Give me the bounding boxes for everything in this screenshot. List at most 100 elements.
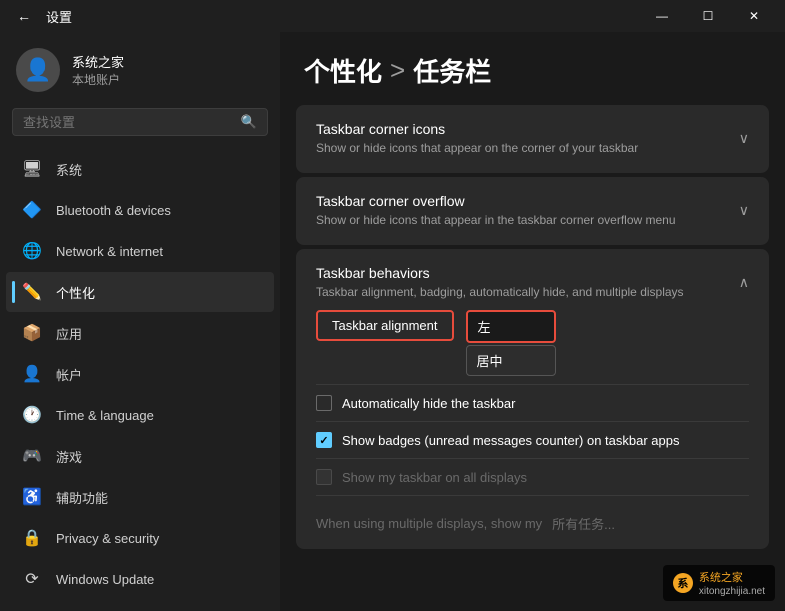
alignment-row: Taskbar alignment 左 居中 <box>316 310 749 376</box>
title-bar-left: ← 设置 <box>10 2 72 30</box>
search-input[interactable] <box>23 115 233 130</box>
sidebar-item-label: 系统 <box>56 160 82 179</box>
sidebar-item-label: 辅助功能 <box>56 488 108 507</box>
breadcrumb-sep: > <box>390 55 405 86</box>
system-icon: 🖥 <box>22 159 42 179</box>
search-box[interactable]: 🔍 <box>12 108 268 136</box>
auto-hide-checkbox[interactable] <box>316 395 332 411</box>
taskbar-behaviors-header[interactable]: Taskbar behaviors Taskbar alignment, bad… <box>296 249 769 311</box>
sidebar-item-label: 帐户 <box>56 365 82 384</box>
taskbar-corner-icons-header[interactable]: Taskbar corner icons Show or hide icons … <box>296 105 769 173</box>
watermark-logo: 系 <box>673 573 693 593</box>
accessibility-icon: ♿ <box>22 487 42 507</box>
taskbar-corner-overflow-card: Taskbar corner overflow Show or hide ico… <box>296 177 769 245</box>
watermark-text: 系统之家 xitongzhijia.net <box>699 569 765 597</box>
sidebar-item-network[interactable]: 🌐 Network & internet <box>6 231 274 271</box>
back-button[interactable]: ← <box>10 2 38 30</box>
gaming-icon: 🎮 <box>22 446 42 466</box>
search-container: 🔍 <box>0 104 280 144</box>
sidebar-item-label: 游戏 <box>56 447 82 466</box>
all-displays-checkbox <box>316 469 332 485</box>
sidebar-item-system[interactable]: 🖥 系统 <box>6 149 274 189</box>
page-title: 个性化 > 任务栏 <box>304 52 761 89</box>
title-bar: ← 设置 — ☐ ✕ <box>0 0 785 32</box>
card-desc: Show or hide icons that appear in the ta… <box>316 212 723 229</box>
sidebar-item-label: 个性化 <box>56 283 95 302</box>
sidebar-item-time[interactable]: 🕐 Time & language <box>6 395 274 435</box>
user-profile[interactable]: 👤 系统之家 本地账户 <box>0 32 280 104</box>
card-title: Taskbar corner icons <box>316 121 723 137</box>
user-name: 系统之家 <box>72 52 124 71</box>
sidebar-item-update[interactable]: ⟳ Windows Update <box>6 559 274 599</box>
taskbar-behaviors-body: Taskbar alignment 左 居中 Automatically hid… <box>296 310 769 549</box>
title-bar-controls: — ☐ ✕ <box>639 0 777 32</box>
chevron-down-icon: ∨ <box>739 130 749 147</box>
content-body: Taskbar corner icons Show or hide icons … <box>280 105 785 611</box>
card-title-group: Taskbar corner overflow Show or hide ico… <box>316 193 723 229</box>
card-desc: Show or hide icons that appear on the co… <box>316 140 723 157</box>
card-title-group: Taskbar behaviors Taskbar alignment, bad… <box>316 265 723 301</box>
maximize-button[interactable]: ☐ <box>685 0 731 32</box>
sidebar-item-label: Network & internet <box>56 244 163 259</box>
accounts-icon: 👤 <box>22 364 42 384</box>
close-button[interactable]: ✕ <box>731 0 777 32</box>
avatar: 👤 <box>16 48 60 92</box>
sidebar-item-privacy[interactable]: 🔒 Privacy & security <box>6 518 274 558</box>
search-icon: 🔍 <box>241 114 257 130</box>
badges-row[interactable]: Show badges (unread messages counter) on… <box>316 421 749 458</box>
auto-hide-row[interactable]: Automatically hide the taskbar <box>316 384 749 421</box>
badges-label: Show badges (unread messages counter) on… <box>342 433 679 448</box>
sidebar: 👤 系统之家 本地账户 🔍 🖥 系统 🔷 Bluetooth & devices <box>0 32 280 611</box>
avatar-icon: 👤 <box>24 57 51 83</box>
bottom-section: When using multiple displays, show my 所有… <box>316 495 749 533</box>
taskbar-corner-icons-card: Taskbar corner icons Show or hide icons … <box>296 105 769 173</box>
minimize-button[interactable]: — <box>639 0 685 32</box>
bottom-label: When using multiple displays, show my <box>316 516 542 531</box>
sidebar-item-label: 应用 <box>56 324 82 343</box>
nav-list: 🖥 系统 🔷 Bluetooth & devices 🌐 Network & i… <box>0 144 280 611</box>
breadcrumb-part1: 个性化 <box>304 52 382 89</box>
user-subtitle: 本地账户 <box>72 71 124 88</box>
alignment-label: Taskbar alignment <box>316 310 454 341</box>
bluetooth-icon: 🔷 <box>22 200 42 220</box>
sidebar-item-accessibility[interactable]: ♿ 辅助功能 <box>6 477 274 517</box>
sidebar-item-label: Windows Update <box>56 572 154 587</box>
card-title: Taskbar corner overflow <box>316 193 723 209</box>
chevron-up-icon: ∧ <box>739 274 749 291</box>
alignment-dropdown: 左 居中 <box>466 310 556 376</box>
bottom-row: When using multiple displays, show my 所有… <box>316 506 749 533</box>
taskbar-corner-overflow-header[interactable]: Taskbar corner overflow Show or hide ico… <box>296 177 769 245</box>
card-title: Taskbar behaviors <box>316 265 723 281</box>
sidebar-item-personalization[interactable]: ✏️ 个性化 <box>6 272 274 312</box>
taskbar-behaviors-card: Taskbar behaviors Taskbar alignment, bad… <box>296 249 769 550</box>
sidebar-item-gaming[interactable]: 🎮 游戏 <box>6 436 274 476</box>
content-header: 个性化 > 任务栏 <box>280 32 785 105</box>
sidebar-item-apps[interactable]: 📦 应用 <box>6 313 274 353</box>
all-displays-row: Show my taskbar on all displays <box>316 458 749 495</box>
user-info: 系统之家 本地账户 <box>72 52 124 88</box>
card-title-group: Taskbar corner icons Show or hide icons … <box>316 121 723 157</box>
apps-icon: 📦 <box>22 323 42 343</box>
privacy-icon: 🔒 <box>22 528 42 548</box>
chevron-down-icon: ∨ <box>739 202 749 219</box>
card-desc: Taskbar alignment, badging, automaticall… <box>316 284 723 301</box>
badges-checkbox[interactable] <box>316 432 332 448</box>
bottom-value: 所有任务... <box>552 514 615 533</box>
auto-hide-label: Automatically hide the taskbar <box>342 396 515 411</box>
sidebar-item-label: Privacy & security <box>56 531 159 546</box>
personalization-icon: ✏️ <box>22 282 42 302</box>
all-displays-label: Show my taskbar on all displays <box>342 470 527 485</box>
sidebar-item-label: Bluetooth & devices <box>56 203 171 218</box>
watermark: 系 系统之家 xitongzhijia.net <box>663 565 775 601</box>
sidebar-item-bluetooth[interactable]: 🔷 Bluetooth & devices <box>6 190 274 230</box>
alignment-next-option[interactable]: 居中 <box>466 345 556 376</box>
network-icon: 🌐 <box>22 241 42 261</box>
breadcrumb-part2: 任务栏 <box>413 52 491 89</box>
sidebar-item-label: Time & language <box>56 408 154 423</box>
content-area: 个性化 > 任务栏 Taskbar corner icons Show or h… <box>280 32 785 611</box>
time-icon: 🕐 <box>22 405 42 425</box>
main-layout: 👤 系统之家 本地账户 🔍 🖥 系统 🔷 Bluetooth & devices <box>0 32 785 611</box>
sidebar-item-accounts[interactable]: 👤 帐户 <box>6 354 274 394</box>
alignment-current-option[interactable]: 左 <box>466 310 556 343</box>
app-title: 设置 <box>46 7 72 26</box>
